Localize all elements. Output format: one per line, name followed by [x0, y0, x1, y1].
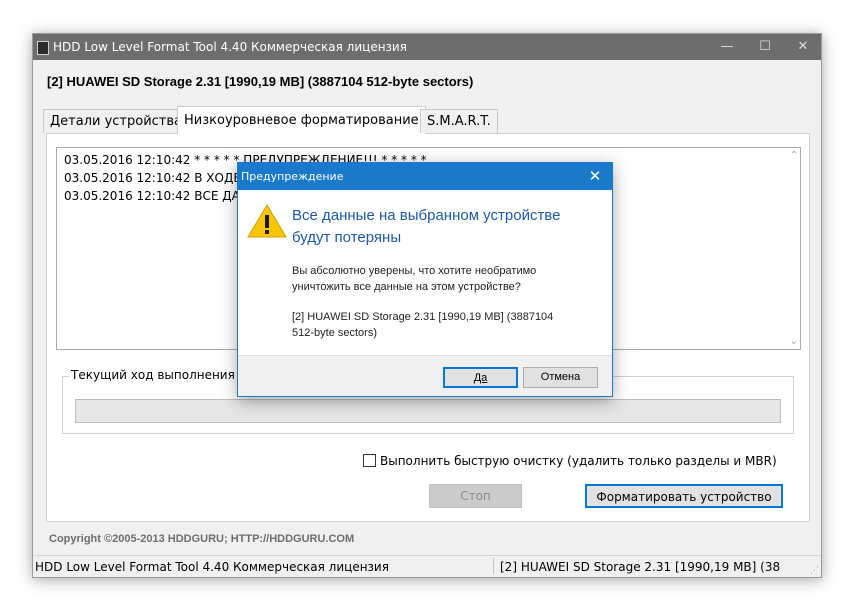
stop-button[interactable]: Стоп [429, 484, 522, 508]
log-line: 03.05.2016 12:10:42 ВСЕ ДА [64, 189, 240, 203]
dialog-device-line: 512-byte sectors) [292, 327, 377, 339]
dialog-heading-line: будут потеряны [292, 229, 402, 246]
log-line: 03.05.2016 12:10:42 В ХОДЕ [64, 171, 241, 185]
warning-icon [247, 204, 287, 238]
dialog-confirm-line: Вы абсолютно уверены, что хотите необрат… [292, 265, 537, 277]
minimize-button[interactable]: — [709, 34, 745, 60]
window-title: HDD Low Level Format Tool 4.40 Коммерчес… [53, 40, 407, 54]
close-button[interactable]: ✕ [785, 34, 821, 60]
warning-dialog: Предупреждение ✕ Все данные на выбранном… [237, 162, 613, 397]
yes-button[interactable]: Да [443, 367, 518, 388]
progress-label: Текущий ход выполнения [69, 368, 237, 382]
scroll-down-icon[interactable]: ⌄ [790, 336, 798, 347]
format-device-button[interactable]: Форматировать устройство [585, 484, 783, 508]
tab-low-level-format[interactable]: Низкоуровневое форматирование [177, 106, 426, 134]
status-divider [493, 558, 494, 574]
maximize-button[interactable]: ☐ [747, 34, 783, 60]
dialog-footer: Да Отмена [238, 355, 612, 396]
dialog-confirm-text: Вы абсолютно уверены, что хотите необрат… [292, 263, 602, 295]
dialog-device-text: [2] HUAWEI SD Storage 2.31 [1990,19 MB] … [292, 309, 602, 341]
dialog-title-bar[interactable]: Предупреждение ✕ [238, 163, 612, 190]
title-bar[interactable]: HDD Low Level Format Tool 4.40 Коммерчес… [33, 34, 821, 60]
dialog-heading: Все данные на выбранном устройстве будут… [292, 205, 602, 249]
app-icon [37, 41, 49, 55]
dialog-close-button[interactable]: ✕ [578, 163, 612, 190]
dialog-title: Предупреждение [241, 170, 344, 183]
cancel-button[interactable]: Отмена [523, 367, 598, 388]
tab-smart[interactable]: S.M.A.R.T. [420, 109, 498, 133]
quick-wipe-label: Выполнить быструю очистку (удалить тольк… [380, 454, 777, 468]
quick-wipe-checkbox[interactable] [363, 454, 376, 467]
status-bar: HDD Low Level Format Tool 4.40 Коммерчес… [33, 555, 821, 578]
quick-wipe-option[interactable]: Выполнить быструю очистку (удалить тольк… [363, 454, 777, 468]
device-info: [2] HUAWEI SD Storage 2.31 [1990,19 MB] … [47, 74, 474, 89]
resize-grip-icon[interactable]: ⋰ [810, 566, 819, 576]
dialog-confirm-line: уничтожить все данные на этом устройстве… [292, 281, 521, 293]
status-app-info: HDD Low Level Format Tool 4.40 Коммерчес… [35, 560, 389, 574]
copyright-text: Copyright ©2005-2013 HDDGURU; HTTP://HDD… [49, 533, 355, 545]
dialog-heading-line: Все данные на выбранном устройстве [292, 207, 561, 224]
tab-device-details[interactable]: Детали устройства [43, 109, 189, 133]
scroll-up-icon[interactable]: ⌃ [790, 150, 798, 161]
status-device-info: [2] HUAWEI SD Storage 2.31 [1990,19 MB] … [500, 560, 781, 574]
dialog-device-line: [2] HUAWEI SD Storage 2.31 [1990,19 MB] … [292, 311, 554, 323]
progress-bar [75, 399, 781, 423]
